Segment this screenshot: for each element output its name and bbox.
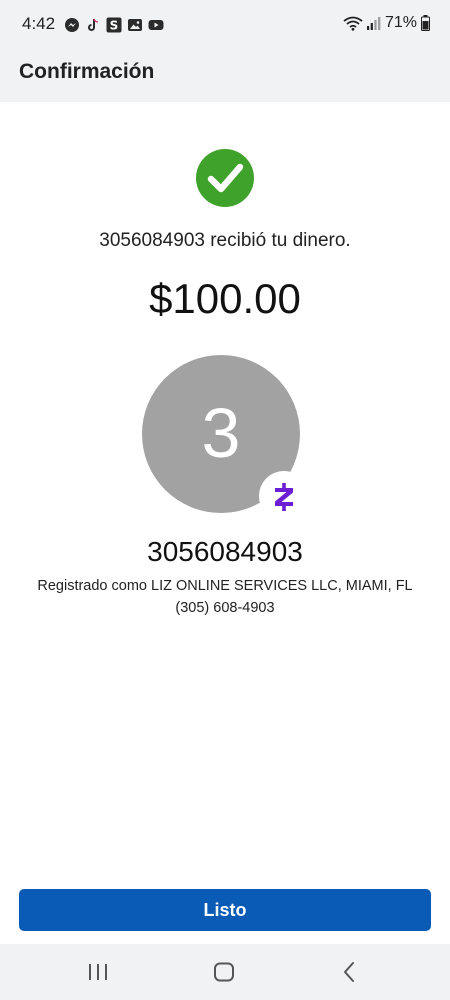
registered-info: Registrado como LIZ ONLINE SERVICES LLC,… [37, 578, 413, 594]
zelle-icon [275, 483, 293, 511]
battery-percent: 71% [384, 14, 417, 31]
status-time: 4:42 [22, 14, 56, 33]
svg-text:S: S [110, 19, 119, 33]
messenger-icon [65, 18, 79, 32]
page-title: Confirmación [19, 60, 155, 83]
battery-icon [421, 15, 430, 31]
done-button[interactable]: Listo [19, 889, 431, 931]
app-header: Confirmación [0, 50, 450, 102]
navigation-bar [0, 944, 450, 1000]
notification-icons: S [64, 16, 164, 34]
status-bar: 4:42 S 71% [0, 0, 450, 50]
recipient-phone: (305) 608-4903 [175, 600, 275, 616]
gallery-icon [128, 19, 142, 31]
zelle-badge [259, 471, 309, 521]
check-circle-icon [196, 149, 254, 207]
system-status-icons: 71% [343, 14, 430, 32]
tiktok-icon [88, 18, 99, 31]
wifi-icon [343, 16, 363, 31]
back-icon[interactable] [335, 958, 365, 986]
s-app-icon: S [106, 17, 122, 33]
signal-icon [366, 17, 381, 30]
confirmation-message: 3056084903 recibió tu dinero. [99, 230, 351, 251]
avatar-initial: 3 [201, 394, 241, 472]
recipient-name: 3056084903 [147, 536, 303, 567]
youtube-icon [148, 20, 164, 30]
recent-apps-icon[interactable] [83, 958, 113, 986]
home-icon[interactable] [209, 958, 239, 986]
amount: $100.00 [149, 275, 301, 322]
